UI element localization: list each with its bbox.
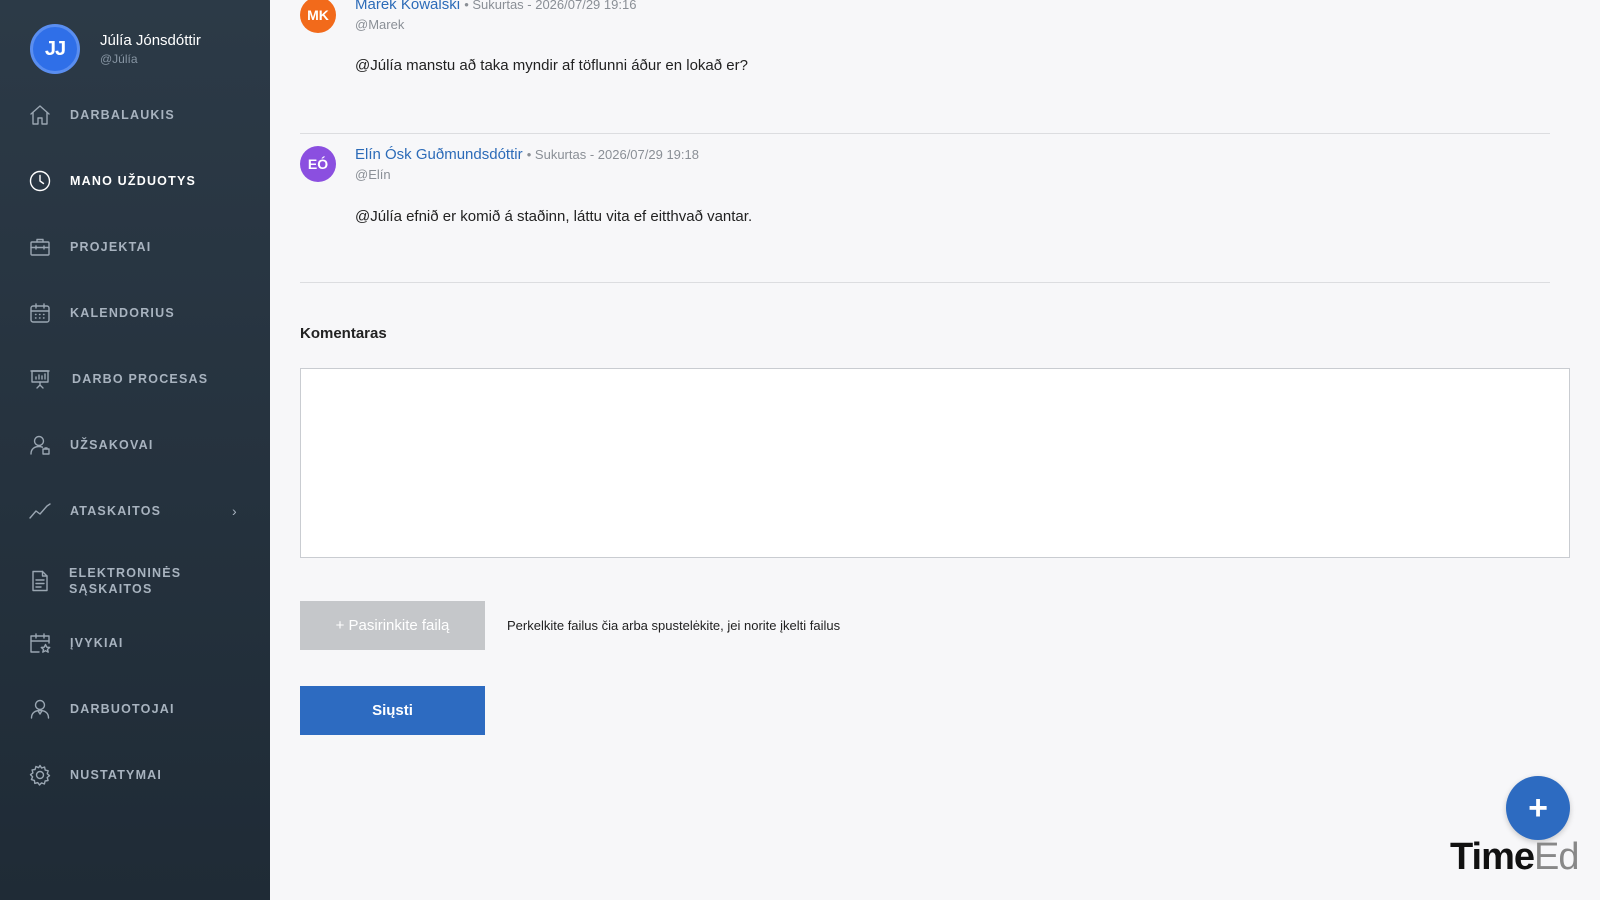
comment-body: @Júlía manstu að taka myndir af töflunni… bbox=[355, 57, 748, 74]
gear-icon bbox=[28, 763, 52, 787]
home-icon bbox=[28, 103, 52, 127]
comment-date: • Sukurtas - 2026/07/29 19:18 bbox=[526, 147, 699, 162]
user-profile[interactable]: JJ Júlía Jónsdóttir @Júlía bbox=[30, 24, 201, 74]
sidebar-item-kalendorius[interactable]: KALENDORIUS bbox=[0, 301, 270, 325]
client-icon bbox=[28, 433, 52, 457]
logo-text: Ed bbox=[1534, 836, 1579, 878]
sidebar-item-ataskaitos[interactable]: ATASKAITOS › bbox=[0, 499, 270, 523]
sidebar-item-label: PROJEKTAI bbox=[70, 240, 152, 254]
comment-handle: @Marek bbox=[355, 17, 405, 32]
comment-date: • Sukurtas - 2026/07/29 19:16 bbox=[464, 0, 637, 12]
logo: TimeEd bbox=[1450, 836, 1580, 879]
chevron-right-icon: › bbox=[232, 503, 237, 519]
presentation-icon bbox=[28, 367, 52, 391]
comment-item: EÓ Elín Ósk Guðmundsdóttir • Sukurtas - … bbox=[300, 146, 1550, 266]
employees-icon bbox=[28, 697, 52, 721]
chart-line-icon bbox=[28, 499, 52, 523]
sidebar-item-label: ATASKAITOS bbox=[70, 504, 162, 518]
comment-author[interactable]: Elín Ósk Guðmundsdóttir bbox=[355, 146, 523, 163]
sidebar-item-darbalaukis[interactable]: DARBALAUKIS bbox=[0, 103, 270, 127]
sidebar-item-label: UŽSAKOVAI bbox=[70, 438, 154, 452]
sidebar-item-nustatymai[interactable]: NUSTATYMAI bbox=[0, 763, 270, 787]
document-icon bbox=[28, 569, 52, 593]
event-calendar-icon bbox=[28, 631, 52, 655]
comment-body: @Júlía efnið er komið á staðinn, láttu v… bbox=[355, 208, 753, 225]
sidebar-item-label: NUSTATYMAI bbox=[70, 768, 163, 782]
sidebar-item-uzsakovai[interactable]: UŽSAKOVAI bbox=[0, 433, 270, 457]
sidebar-item-projektai[interactable]: PROJEKTAI bbox=[0, 235, 270, 259]
user-handle: @Júlía bbox=[100, 52, 138, 66]
sidebar-item-elektronines-saskaitos[interactable]: ELEKTRONINĖS SĄSKAITOS bbox=[0, 565, 270, 597]
sidebar-item-label: DARBALAUKIS bbox=[70, 108, 175, 122]
clock-icon bbox=[28, 169, 52, 193]
sidebar-item-ivykiai[interactable]: ĮVYKIAI bbox=[0, 631, 270, 655]
comment-item: MK Marek Kowalski • Sukurtas - 2026/07/2… bbox=[300, 0, 1550, 117]
sidebar-item-darbuotojai[interactable]: DARBUOTOJAI bbox=[0, 697, 270, 721]
avatar: EÓ bbox=[300, 146, 336, 182]
file-drop-hint[interactable]: Perkelkite failus čia arba spustelėkite,… bbox=[507, 618, 840, 633]
briefcase-icon bbox=[28, 235, 52, 259]
avatar: JJ bbox=[30, 24, 80, 74]
sidebar-item-label: ĮVYKIAI bbox=[70, 636, 124, 650]
calendar-icon bbox=[28, 301, 52, 325]
divider bbox=[300, 282, 1550, 283]
user-name: Júlía Jónsdóttir bbox=[100, 32, 201, 49]
comment-label: Komentaras bbox=[300, 325, 387, 342]
avatar: MK bbox=[300, 0, 336, 33]
logo-text: Time bbox=[1450, 836, 1535, 878]
sidebar-item-mano-uzduotys[interactable]: MANO UŽDUOTYS bbox=[0, 169, 270, 193]
sidebar-item-label: ELEKTRONINĖS SĄSKAITOS bbox=[69, 566, 182, 596]
divider bbox=[300, 133, 1550, 134]
add-button[interactable]: + bbox=[1506, 776, 1570, 840]
main-content: MK Marek Kowalski • Sukurtas - 2026/07/2… bbox=[270, 0, 1600, 900]
choose-file-button[interactable]: + Pasirinkite failą bbox=[300, 601, 485, 650]
comment-input[interactable] bbox=[300, 368, 1570, 558]
sidebar-item-darbo-procesas[interactable]: DARBO PROCESAS bbox=[0, 367, 270, 391]
sidebar-item-label: MANO UŽDUOTYS bbox=[70, 174, 197, 188]
sidebar-item-label: DARBO PROCESAS bbox=[72, 372, 209, 386]
comment-author[interactable]: Marek Kowalski bbox=[355, 0, 460, 13]
sidebar-item-label: KALENDORIUS bbox=[70, 306, 175, 320]
sidebar-item-label: DARBUOTOJAI bbox=[70, 702, 175, 716]
sidebar: JJ Júlía Jónsdóttir @Júlía DARBALAUKIS M… bbox=[0, 0, 270, 900]
comment-handle: @Elín bbox=[355, 167, 391, 182]
send-button[interactable]: Siųsti bbox=[300, 686, 485, 735]
